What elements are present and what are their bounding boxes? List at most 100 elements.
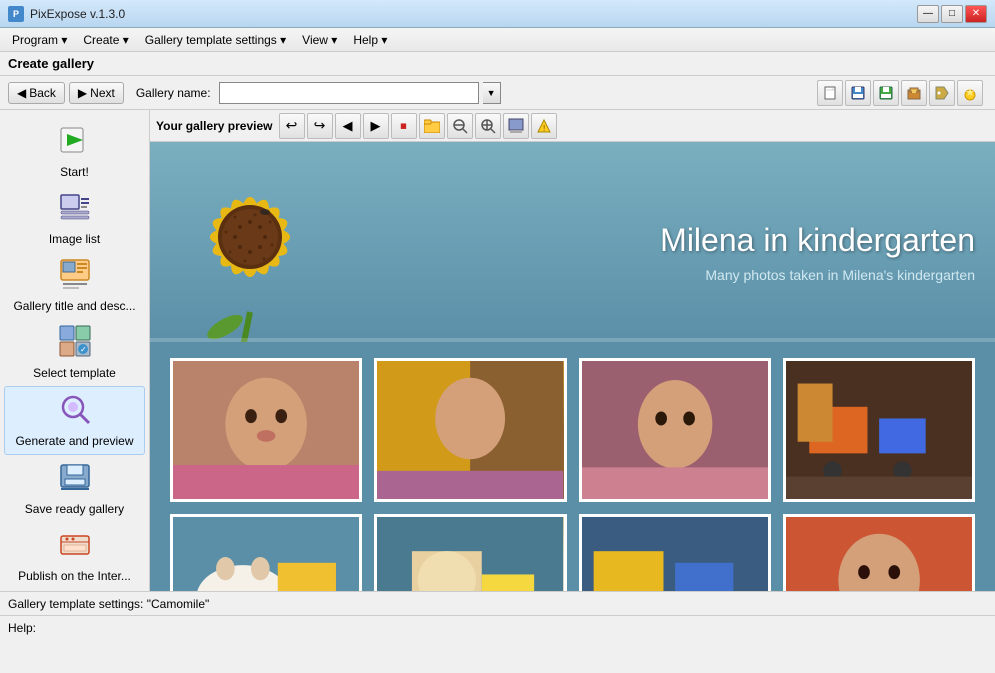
menu-create[interactable]: Create ▾ <box>75 31 136 49</box>
open-folder-icon[interactable] <box>419 113 445 139</box>
titlebar: P PixExpose v.1.3.0 — □ ✕ <box>0 0 995 28</box>
gallery-title-area: Milena in kindergarten Many photos taken… <box>370 202 995 283</box>
sidebar-item-save[interactable]: Save ready gallery <box>4 455 145 522</box>
sidebar-item-start[interactable]: Start! <box>4 118 145 185</box>
zoom-in-icon[interactable] <box>475 113 501 139</box>
gallery-title: Milena in kindergarten <box>370 222 975 259</box>
menubar: Program ▾ Create ▾ Gallery template sett… <box>0 28 995 52</box>
gallery-title-icon <box>59 258 91 297</box>
gallery-name-label: Gallery name: <box>136 86 211 100</box>
photo-thumb-6[interactable] <box>374 514 566 591</box>
fullscreen-icon[interactable] <box>503 113 529 139</box>
new-icon[interactable] <box>817 80 843 106</box>
publish-icon <box>59 528 91 567</box>
status-text: Gallery template settings: "Camomile" <box>8 597 209 611</box>
sidebar-item-gallery-title[interactable]: Gallery title and desc... <box>4 252 145 319</box>
save-icon[interactable] <box>845 80 871 106</box>
sidebar-item-publish[interactable]: Publish on the Inter... <box>4 522 145 589</box>
tag-icon[interactable] <box>929 80 955 106</box>
photo-thumb-1[interactable] <box>170 358 362 502</box>
icon-toolbar <box>817 80 987 106</box>
generate-icon <box>59 393 91 432</box>
preview-content[interactable]: Milena in kindergarten Many photos taken… <box>150 142 995 591</box>
titlebar-buttons: — □ ✕ <box>917 5 987 23</box>
image-list-icon <box>59 191 91 230</box>
sidebar-label-start: Start! <box>60 165 89 179</box>
sidebar-item-image-list[interactable]: Image list <box>4 185 145 252</box>
photo-thumb-5[interactable] <box>170 514 362 591</box>
preview-area: Your gallery preview ↩ ↪ ◀ ▶ ⏹ ! <box>150 110 995 591</box>
gallery-preview: Milena in kindergarten Many photos taken… <box>150 142 995 591</box>
menu-program[interactable]: Program ▾ <box>4 31 75 49</box>
photo-thumb-3[interactable] <box>579 358 771 502</box>
redo-icon[interactable]: ↪ <box>307 113 333 139</box>
next-arrow-icon: ▶ <box>78 86 87 100</box>
photo-item-3[interactable] <box>579 358 771 502</box>
menu-gallery-template[interactable]: Gallery template settings ▾ <box>137 31 294 49</box>
app-title: PixExpose v.1.3.0 <box>30 7 917 21</box>
help-bar: Help: <box>0 615 995 639</box>
photo-item-4[interactable] <box>783 358 975 502</box>
sidebar-label-save: Save ready gallery <box>25 502 124 516</box>
saveas-icon[interactable] <box>873 80 899 106</box>
back-label: Back <box>29 86 56 100</box>
start-icon <box>59 124 91 163</box>
gallery-subtitle: Many photos taken in Milena's kindergart… <box>370 267 975 283</box>
photo-inner-6 <box>377 517 563 591</box>
main-area: Start! Image list Gallery title and desc… <box>0 110 995 591</box>
next-label: Next <box>90 86 115 100</box>
navigation-row: ◀ Back ▶ Next Gallery name: ▼ <box>0 76 995 110</box>
help-label: Help: <box>8 621 36 635</box>
minimize-button[interactable]: — <box>917 5 939 23</box>
package-icon[interactable] <box>901 80 927 106</box>
sidebar-label-select-template: Select template <box>33 366 116 380</box>
photo-item-8[interactable] <box>783 514 975 591</box>
photo-item-5[interactable] <box>170 514 362 591</box>
save-gallery-icon <box>59 461 91 500</box>
photo-thumb-8[interactable] <box>783 514 975 591</box>
photo-inner-1 <box>173 361 359 499</box>
create-gallery-label: Create gallery <box>8 56 94 71</box>
undo-icon[interactable]: ↩ <box>279 113 305 139</box>
maximize-button[interactable]: □ <box>941 5 963 23</box>
zoom-out-icon[interactable] <box>447 113 473 139</box>
photo-thumb-4[interactable] <box>783 358 975 502</box>
photo-thumb-7[interactable] <box>579 514 771 591</box>
sunflower-area <box>150 142 370 342</box>
next-page-icon[interactable]: ▶ <box>363 113 389 139</box>
close-button[interactable]: ✕ <box>965 5 987 23</box>
photo-inner-2 <box>377 361 563 499</box>
photos-grid: Milena is playing at the kindergarten <box>150 342 995 591</box>
prev-page-icon[interactable]: ◀ <box>335 113 361 139</box>
sidebar-item-generate[interactable]: Generate and preview <box>4 386 145 455</box>
sidebar-label-gallery-title: Gallery title and desc... <box>13 299 135 313</box>
sidebar-label-publish: Publish on the Inter... <box>18 569 131 583</box>
status-bar: Gallery template settings: "Camomile" <box>0 591 995 615</box>
back-button[interactable]: ◀ Back <box>8 82 65 104</box>
svg-text:!: ! <box>543 124 545 133</box>
sidebar-label-generate: Generate and preview <box>15 434 133 448</box>
next-button[interactable]: ▶ Next <box>69 82 124 104</box>
sidebar-item-select-template[interactable]: ✓ Select template <box>4 319 145 386</box>
back-arrow-icon: ◀ <box>17 86 26 100</box>
gallery-header: Milena in kindergarten Many photos taken… <box>150 142 995 342</box>
medal-icon[interactable] <box>957 80 983 106</box>
menu-help[interactable]: Help ▾ <box>345 31 395 49</box>
info-icon[interactable]: ! <box>531 113 557 139</box>
sidebar: Start! Image list Gallery title and desc… <box>0 110 150 591</box>
app-icon: P <box>8 6 24 22</box>
photo-item-6[interactable] <box>374 514 566 591</box>
photo-inner-5 <box>173 517 359 591</box>
gallery-name-input[interactable] <box>219 82 479 104</box>
menu-view[interactable]: View ▾ <box>294 31 345 49</box>
photo-thumb-2[interactable] <box>374 358 566 502</box>
sidebar-label-image-list: Image list <box>49 232 100 246</box>
photo-item-1[interactable] <box>170 358 362 502</box>
photo-inner-7 <box>582 517 768 591</box>
photo-item-7[interactable]: Milena is playing at the kindergarten <box>579 514 771 591</box>
preview-toolbar: Your gallery preview ↩ ↪ ◀ ▶ ⏹ ! <box>150 110 995 142</box>
gallery-name-dropdown[interactable]: ▼ <box>483 82 501 104</box>
photo-inner-8 <box>786 517 972 591</box>
stop-icon[interactable]: ⏹ <box>391 113 417 139</box>
photo-item-2[interactable] <box>374 358 566 502</box>
